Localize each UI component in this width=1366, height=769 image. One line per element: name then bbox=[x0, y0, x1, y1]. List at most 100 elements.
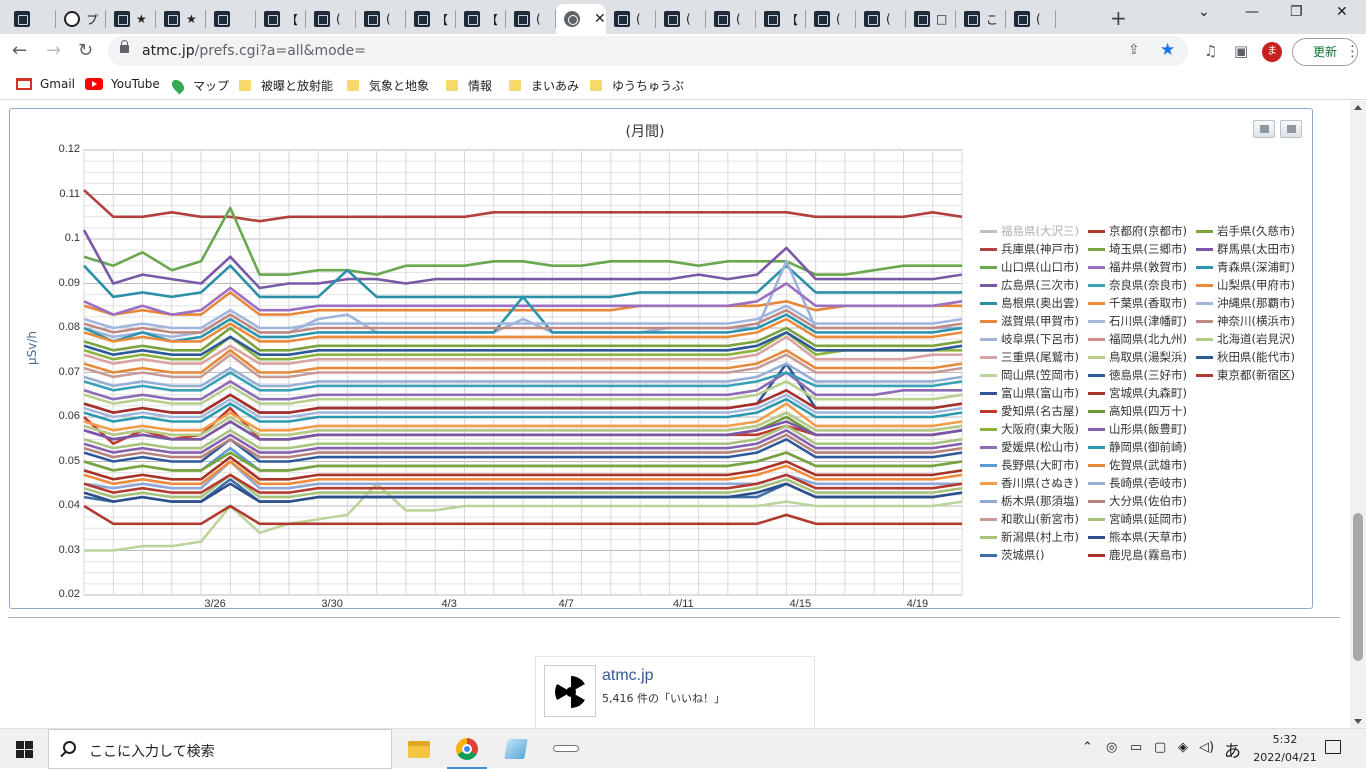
reload-icon[interactable]: ↻ bbox=[78, 40, 93, 61]
browser-tab[interactable]: ( bbox=[656, 4, 706, 34]
taskbar-notepad[interactable] bbox=[492, 729, 540, 769]
new-tab-button[interactable]: + bbox=[1110, 6, 1127, 30]
scroll-up-arrow-icon[interactable] bbox=[1354, 105, 1362, 110]
legend-item[interactable]: 福岡県(北九州) bbox=[1088, 331, 1187, 347]
taskbar-flight-app[interactable] bbox=[541, 729, 589, 769]
legend-item[interactable]: 香川県(さぬき) bbox=[980, 475, 1079, 491]
browser-tab[interactable]: ( bbox=[306, 4, 356, 34]
radiation-logo-icon[interactable] bbox=[544, 665, 596, 717]
legend-item[interactable]: 沖縄県(那覇市) bbox=[1196, 295, 1295, 311]
legend-item[interactable]: 千葉県(香取市) bbox=[1088, 295, 1187, 311]
bookmark-folder[interactable]: 情報 bbox=[446, 77, 492, 94]
bookmark-maps[interactable]: マップ bbox=[169, 77, 229, 94]
browser-tab[interactable]: ( bbox=[856, 4, 906, 34]
scroll-down-arrow-icon[interactable] bbox=[1354, 719, 1362, 724]
legend-item[interactable]: 神奈川(横浜市) bbox=[1196, 313, 1295, 329]
legend-item[interactable]: 奈良県(奈良市) bbox=[1088, 277, 1187, 293]
scroll-thumb[interactable] bbox=[1353, 513, 1363, 661]
legend-item[interactable]: 青森県(深浦町) bbox=[1196, 259, 1295, 275]
legend-item[interactable]: 山形県(飯豊町) bbox=[1088, 421, 1187, 437]
browser-tab[interactable] bbox=[6, 4, 56, 34]
url-text[interactable]: atmc.jp/prefs.cgi?a=all&mode= bbox=[142, 43, 366, 59]
bookmark-youtube[interactable]: YouTube bbox=[85, 77, 160, 91]
legend-item[interactable]: 新潟県(村上市) bbox=[980, 529, 1079, 545]
clock-time[interactable]: 5:32 bbox=[1262, 733, 1308, 746]
tab-search-icon[interactable]: ⌄ bbox=[1198, 4, 1210, 20]
legend-item[interactable]: 岡山県(笠岡市) bbox=[980, 367, 1079, 383]
network-icon[interactable]: ▢ bbox=[1154, 740, 1166, 755]
legend-item[interactable]: 愛知県(名古屋) bbox=[980, 403, 1079, 419]
bookmark-folder[interactable]: まいあみ bbox=[509, 77, 579, 94]
forward-icon[interactable]: → bbox=[46, 40, 61, 61]
bookmark-folder[interactable]: 気象と地象 bbox=[347, 77, 429, 94]
maximize-button[interactable]: ❐ bbox=[1290, 4, 1303, 20]
menu-icon[interactable]: ⋮ bbox=[1345, 42, 1360, 60]
vertical-scrollbar[interactable] bbox=[1350, 101, 1366, 728]
legend-item[interactable]: 山口県(山口市) bbox=[980, 259, 1079, 275]
legend-item[interactable]: 鳥取県(湯梨浜) bbox=[1088, 349, 1187, 365]
bookmark-gmail[interactable]: Gmail bbox=[16, 77, 75, 91]
bookmark-star-icon[interactable]: ★ bbox=[1160, 40, 1175, 60]
browser-tab[interactable]: ( bbox=[806, 4, 856, 34]
legend-item[interactable]: 京都府(京都市) bbox=[1088, 223, 1187, 239]
legend-item[interactable]: 滋賀県(甲賀市) bbox=[980, 313, 1079, 329]
browser-tab[interactable]: ★ bbox=[106, 4, 156, 34]
browser-tab[interactable]: 【 bbox=[256, 4, 306, 34]
legend-item[interactable]: 佐賀県(武雄市) bbox=[1088, 457, 1187, 473]
legend-item[interactable]: 大分県(佐伯市) bbox=[1088, 493, 1187, 509]
facebook-like-box[interactable]: atmc.jp 5,416 件の「いいね！」 bbox=[535, 656, 815, 728]
taskbar-search[interactable]: ここに入力して検索 bbox=[48, 729, 392, 769]
minimize-button[interactable]: — bbox=[1245, 4, 1259, 20]
bookmark-folder[interactable]: ゆうちゅうぶ bbox=[590, 77, 684, 94]
legend-item[interactable]: 島根県(奥出雲) bbox=[980, 295, 1079, 311]
legend-item[interactable]: 宮城県(丸森町) bbox=[1088, 385, 1187, 401]
legend-item[interactable]: 石川県(津幡町) bbox=[1088, 313, 1187, 329]
taskbar-file-explorer[interactable] bbox=[394, 729, 442, 769]
notification-icon[interactable] bbox=[1325, 740, 1341, 754]
browser-tab[interactable]: 【 bbox=[756, 4, 806, 34]
legend-item[interactable]: 大阪府(東大阪) bbox=[980, 421, 1079, 437]
legend-item[interactable]: 富山県(富山市) bbox=[980, 385, 1079, 401]
legend-item[interactable]: 静岡県(御前崎) bbox=[1088, 439, 1187, 455]
share-icon[interactable]: ⇪ bbox=[1128, 42, 1140, 58]
browser-tab[interactable]: □ bbox=[906, 4, 956, 34]
browser-tab[interactable]: ★ bbox=[156, 4, 206, 34]
print-icon[interactable] bbox=[1253, 120, 1275, 138]
legend-item[interactable]: 兵庫県(神戸市) bbox=[980, 241, 1079, 257]
legend-item[interactable]: 高知県(四万十) bbox=[1088, 403, 1187, 419]
legend-item[interactable]: 徳島県(三好市) bbox=[1088, 367, 1187, 383]
legend-item[interactable]: 福島県(大沢三) bbox=[980, 223, 1079, 239]
legend-item[interactable]: 群馬県(太田市) bbox=[1196, 241, 1295, 257]
side-panel-icon[interactable]: ▣ bbox=[1234, 42, 1248, 60]
profile-avatar[interactable]: ま bbox=[1262, 42, 1282, 62]
close-window-button[interactable]: ✕ bbox=[1336, 4, 1348, 20]
legend-item[interactable]: 北海道(岩見沢) bbox=[1196, 331, 1295, 347]
legend-item[interactable]: 東京都(新宿区) bbox=[1196, 367, 1295, 383]
battery-icon[interactable]: ▭ bbox=[1130, 740, 1142, 755]
volume-icon[interactable]: ◁) bbox=[1199, 740, 1214, 755]
ime-indicator[interactable]: あ bbox=[1224, 737, 1241, 762]
legend-item[interactable]: 茨城県() bbox=[980, 547, 1044, 563]
security-icon[interactable]: ◈ bbox=[1178, 740, 1188, 755]
legend-item[interactable]: 栃木県(那須塩) bbox=[980, 493, 1079, 509]
lock-icon[interactable] bbox=[120, 40, 129, 53]
taskbar-chrome[interactable] bbox=[443, 729, 491, 769]
bookmark-folder[interactable]: 被曝と放射能 bbox=[239, 77, 333, 94]
legend-item[interactable]: 長崎県(壱岐市) bbox=[1088, 475, 1187, 491]
browser-tab[interactable]: プ bbox=[56, 4, 106, 34]
legend-item[interactable]: 秋田県(能代市) bbox=[1196, 349, 1295, 365]
meet-icon[interactable]: ◎ bbox=[1106, 740, 1117, 755]
legend-item[interactable]: 和歌山(新宮市) bbox=[980, 511, 1079, 527]
browser-tab[interactable] bbox=[206, 4, 256, 34]
browser-tab[interactable]: ( bbox=[356, 4, 406, 34]
legend-item[interactable]: 宮崎県(延岡市) bbox=[1088, 511, 1187, 527]
address-bar[interactable]: atmc.jp/prefs.cgi?a=all&mode= ⇪ ★ bbox=[108, 36, 1188, 66]
browser-tab[interactable]: こ bbox=[956, 4, 1006, 34]
browser-tab[interactable]: ( bbox=[1006, 4, 1056, 34]
media-icon[interactable]: ♫ bbox=[1204, 42, 1217, 60]
back-icon[interactable]: ← bbox=[12, 40, 27, 61]
legend-item[interactable]: 熊本県(天草市) bbox=[1088, 529, 1187, 545]
legend-item[interactable]: 長野県(大町市) bbox=[980, 457, 1079, 473]
clock-date[interactable]: 2022/04/21 bbox=[1246, 751, 1324, 764]
legend-item[interactable]: 愛媛県(松山市) bbox=[980, 439, 1079, 455]
